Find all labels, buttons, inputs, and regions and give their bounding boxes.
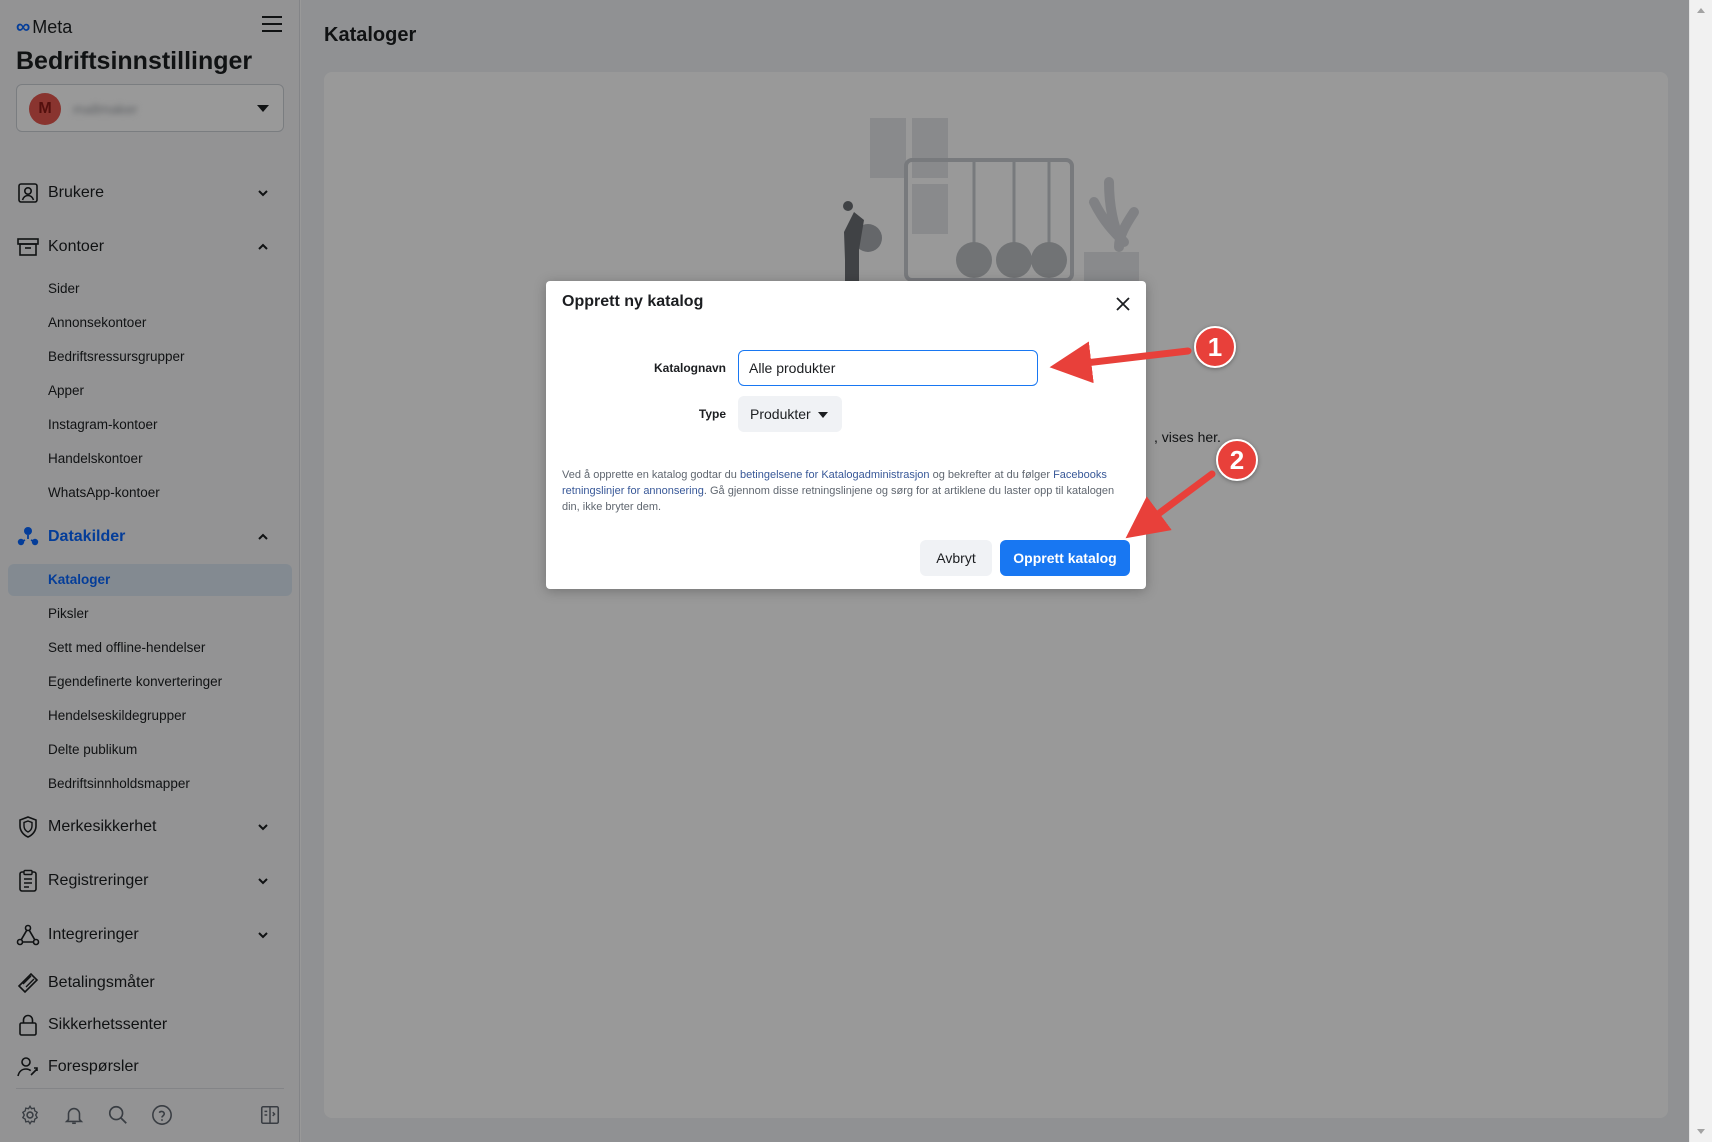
type-dropdown-value: Produkter — [750, 406, 811, 422]
catalog-terms-link[interactable]: betingelsene for Katalogadministrasjon — [740, 469, 930, 481]
dialog-title: Opprett ny katalog — [562, 293, 704, 310]
terms-text: Ved å opprette en katalog godtar du beti… — [562, 467, 1122, 515]
terms-text-part: Ved å opprette en katalog godtar du — [562, 469, 740, 481]
scroll-down-icon[interactable] — [1697, 1129, 1705, 1134]
type-dropdown[interactable]: Produkter — [738, 396, 842, 432]
create-catalog-button[interactable]: Opprett katalog — [1000, 540, 1130, 576]
vertical-scrollbar[interactable] — [1689, 0, 1712, 1142]
catalog-name-label: Katalognavn — [653, 361, 726, 375]
type-label: Type — [698, 407, 726, 421]
annotation-badge-2: 2 — [1216, 439, 1258, 481]
catalog-name-input[interactable] — [738, 350, 1038, 386]
terms-text-part: og bekrefter at du følger — [929, 469, 1054, 481]
cancel-button[interactable]: Avbryt — [920, 540, 992, 576]
close-icon[interactable] — [1114, 295, 1132, 313]
caret-down-icon — [818, 412, 828, 418]
create-catalog-dialog: Opprett ny katalog Katalognavn Type Prod… — [546, 281, 1146, 589]
scroll-up-icon[interactable] — [1697, 8, 1705, 13]
annotation-badge-1: 1 — [1194, 326, 1236, 368]
